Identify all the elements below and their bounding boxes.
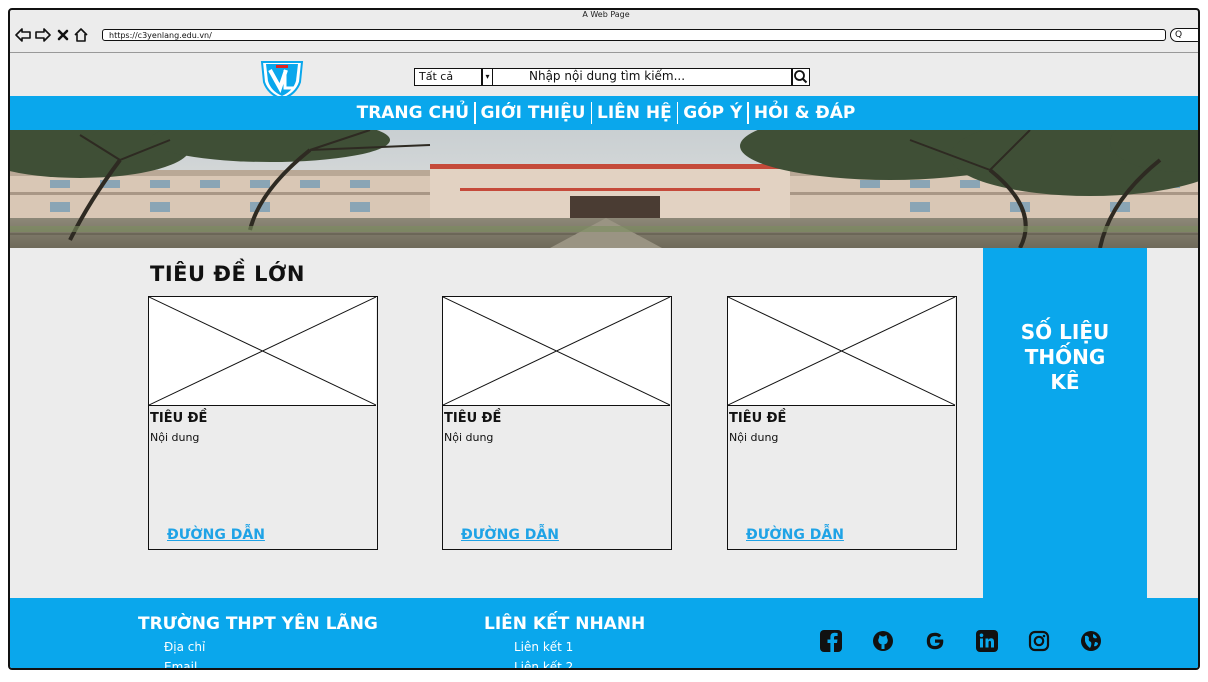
footer-email: Email <box>164 660 198 670</box>
home-icon[interactable] <box>72 26 90 44</box>
github-icon[interactable] <box>872 630 894 652</box>
footer-links-title: LIÊN KẾT NHANH <box>484 614 646 634</box>
footer-link-1[interactable]: Liên kết 1 <box>514 640 573 654</box>
nav-item-contact[interactable]: LIÊN HỆ <box>592 103 677 123</box>
google-icon[interactable] <box>924 630 946 652</box>
article-card: TIÊU ĐỀ Nội dung ĐƯỜNG DẪN <box>442 296 672 550</box>
close-icon[interactable] <box>54 26 72 44</box>
article-card: TIÊU ĐỀ Nội dung ĐƯỜNG DẪN <box>727 296 957 550</box>
browser-search-icon: Q <box>1175 30 1183 40</box>
card-body: Nội dung <box>444 431 494 444</box>
card-body: Nội dung <box>729 431 779 444</box>
nav-item-home[interactable]: TRANG CHỦ <box>352 103 474 123</box>
card-image-placeholder <box>148 296 377 406</box>
search-input[interactable]: Nhập nội dung tìm kiếm... <box>493 68 792 86</box>
linkedin-icon[interactable] <box>976 630 998 652</box>
facebook-icon[interactable] <box>820 630 842 652</box>
nav-item-about[interactable]: GIỚI THIỆU <box>476 103 591 123</box>
main-nav: TRANG CHỦ GIỚI THIỆU LIÊN HỆ GÓP Ý HỎI &… <box>10 96 1198 130</box>
statistics-panel: SỐ LIỆU THỐNG KÊ <box>983 248 1147 600</box>
search-scope-select[interactable]: Tất cả <box>414 68 482 86</box>
footer: TRƯỜNG THPT YÊN LÃNG Địa chỉ Email LIÊN … <box>10 598 1198 670</box>
nav-item-qa[interactable]: HỎI & ĐÁP <box>749 103 861 123</box>
page-title: TIÊU ĐỀ LỚN <box>150 262 305 286</box>
card-link[interactable]: ĐƯỜNG DẪN <box>746 527 844 543</box>
browser-window: A Web Page https://c3yenlang.edu.vn/ Q T… <box>8 8 1200 670</box>
banner-image <box>10 130 1198 248</box>
instagram-icon[interactable] <box>1028 630 1050 652</box>
card-title: TIÊU ĐỀ <box>444 411 502 426</box>
footer-link-2[interactable]: Liên kết 2 <box>514 660 573 668</box>
footer-school-name: TRƯỜNG THPT YÊN LÃNG <box>138 614 378 634</box>
card-image-placeholder <box>442 296 671 406</box>
footer-address: Địa chỉ <box>164 640 206 654</box>
card-link[interactable]: ĐƯỜNG DẪN <box>461 527 559 543</box>
back-icon[interactable] <box>14 26 32 44</box>
browser-search-field[interactable]: Q <box>1170 28 1198 42</box>
search-icon[interactable] <box>792 68 810 86</box>
card-link[interactable]: ĐƯỜNG DẪN <box>167 527 265 543</box>
school-logo[interactable] <box>260 60 304 101</box>
article-card: TIÊU ĐỀ Nội dung ĐƯỜNG DẪN <box>148 296 378 550</box>
url-bar[interactable]: https://c3yenlang.edu.vn/ <box>102 29 1166 41</box>
statistics-label: SỐ LIỆU THỐNG KÊ <box>1020 320 1110 394</box>
chevron-down-icon[interactable]: ▾ <box>482 68 493 86</box>
card-title: TIÊU ĐỀ <box>729 411 787 426</box>
nav-item-feedback[interactable]: GÓP Ý <box>678 103 747 123</box>
forward-icon[interactable] <box>34 26 52 44</box>
chrome-divider <box>10 52 1198 53</box>
window-title: A Web Page <box>582 10 630 19</box>
globe-icon[interactable] <box>1080 630 1102 652</box>
card-image-placeholder <box>727 296 956 406</box>
card-body: Nội dung <box>150 431 200 444</box>
card-title: TIÊU ĐỀ <box>150 411 208 426</box>
